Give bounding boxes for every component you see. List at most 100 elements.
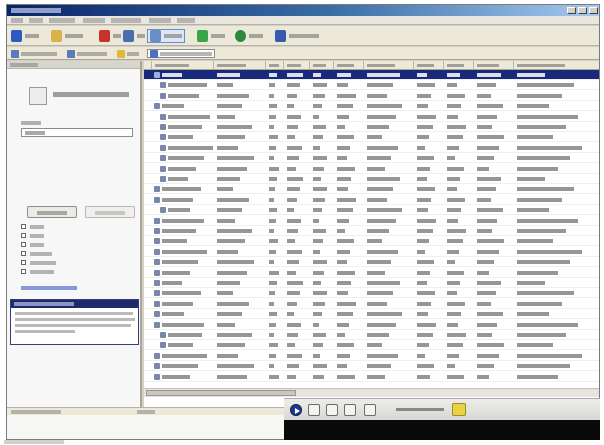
- table-row[interactable]: [144, 247, 599, 257]
- table-row[interactable]: [144, 361, 599, 371]
- menu-item[interactable]: [49, 18, 75, 23]
- table-row[interactable]: [144, 216, 599, 226]
- table-cell: [337, 104, 353, 108]
- table-cell: [477, 260, 494, 264]
- table-row[interactable]: [144, 226, 599, 236]
- table-row[interactable]: [144, 268, 599, 278]
- menu-item[interactable]: [177, 18, 195, 23]
- filter-checkbox[interactable]: [21, 259, 111, 267]
- table-row[interactable]: [144, 299, 599, 309]
- search-field[interactable]: [21, 128, 133, 137]
- table-row[interactable]: [144, 101, 599, 111]
- table-row[interactable]: [144, 320, 599, 330]
- table-cell: [287, 219, 301, 223]
- table-cell: [337, 364, 347, 368]
- table-row[interactable]: [144, 309, 599, 319]
- advanced-link[interactable]: [21, 286, 77, 290]
- column-header[interactable]: [514, 61, 599, 70]
- close-button[interactable]: [589, 7, 598, 14]
- column-header[interactable]: [214, 61, 266, 70]
- volume-icon[interactable]: [364, 404, 376, 416]
- column-header[interactable]: [444, 61, 474, 70]
- table-cell: [517, 73, 545, 77]
- column-header[interactable]: [152, 61, 214, 70]
- file-icon: [160, 332, 166, 338]
- table-cell: [313, 271, 324, 275]
- filter-checkbox[interactable]: [21, 223, 111, 231]
- next-icon[interactable]: [344, 404, 356, 416]
- table-row[interactable]: [144, 122, 599, 132]
- slider-knob[interactable]: [452, 403, 466, 416]
- table-cell: [337, 73, 351, 77]
- table-row[interactable]: [144, 184, 599, 194]
- open-button[interactable]: [51, 29, 83, 43]
- clear-button[interactable]: [85, 206, 135, 218]
- toolbar-item[interactable]: [11, 49, 57, 58]
- toolbar-item[interactable]: [117, 49, 139, 58]
- table-row[interactable]: [144, 236, 599, 246]
- menu-item[interactable]: [83, 18, 105, 23]
- seek-slider[interactable]: [396, 408, 444, 411]
- column-header[interactable]: [414, 61, 444, 70]
- table-cell: [447, 146, 459, 150]
- table-row[interactable]: [144, 164, 599, 174]
- table-row[interactable]: [144, 91, 599, 101]
- filter-checkbox[interactable]: [21, 241, 111, 249]
- previous-icon[interactable]: [326, 404, 338, 416]
- table-row[interactable]: [144, 70, 599, 80]
- horizontal-scrollbar[interactable]: [144, 388, 599, 397]
- table-cell: [447, 229, 466, 233]
- column-header[interactable]: [364, 61, 414, 70]
- save-button[interactable]: [11, 29, 39, 43]
- table-row[interactable]: [144, 112, 599, 122]
- file-icon: [160, 342, 166, 348]
- table-row[interactable]: [144, 174, 599, 184]
- table-row[interactable]: [144, 143, 599, 153]
- table-cell: [477, 177, 501, 181]
- table-row[interactable]: [144, 80, 599, 90]
- maximize-button[interactable]: [578, 7, 587, 14]
- table-row[interactable]: [144, 351, 599, 361]
- table-row[interactable]: [144, 132, 599, 142]
- back-icon: [11, 49, 19, 58]
- toolbar-item[interactable]: [67, 49, 107, 58]
- table-cell: [337, 229, 345, 233]
- table-cell: [477, 146, 499, 150]
- table-row[interactable]: [144, 330, 599, 340]
- column-header[interactable]: [144, 61, 152, 70]
- filter-checkbox[interactable]: [21, 268, 111, 276]
- search-button[interactable]: [147, 29, 185, 43]
- table-row[interactable]: [144, 278, 599, 288]
- table-row[interactable]: [144, 153, 599, 163]
- column-header[interactable]: [284, 61, 310, 70]
- table-row[interactable]: [144, 340, 599, 350]
- table-row[interactable]: [144, 195, 599, 205]
- column-header[interactable]: [334, 61, 364, 70]
- help-button[interactable]: [235, 29, 263, 43]
- remove-button[interactable]: [99, 29, 121, 43]
- refresh-button[interactable]: [197, 29, 225, 43]
- menu-item[interactable]: [29, 18, 43, 23]
- menu-item[interactable]: [11, 18, 23, 23]
- table-row[interactable]: [144, 257, 599, 267]
- minimize-button[interactable]: [567, 7, 576, 14]
- table-cell: [517, 239, 553, 243]
- menu-item[interactable]: [149, 18, 171, 23]
- column-header[interactable]: [474, 61, 514, 70]
- table-cell: [313, 187, 327, 191]
- table-row[interactable]: [144, 288, 599, 298]
- column-header[interactable]: [266, 61, 284, 70]
- search-button[interactable]: [27, 206, 77, 218]
- media-button[interactable]: [275, 29, 319, 43]
- stop-icon[interactable]: [308, 404, 320, 416]
- table-row[interactable]: [144, 372, 599, 382]
- menu-item[interactable]: [111, 18, 141, 23]
- table-cell: [367, 323, 396, 327]
- grid-view-button[interactable]: [123, 29, 145, 43]
- column-header[interactable]: [310, 61, 334, 70]
- filter-checkbox[interactable]: [21, 250, 111, 258]
- address-input[interactable]: [147, 49, 215, 58]
- play-icon[interactable]: [290, 404, 302, 416]
- table-row[interactable]: [144, 205, 599, 215]
- filter-checkbox[interactable]: [21, 232, 111, 240]
